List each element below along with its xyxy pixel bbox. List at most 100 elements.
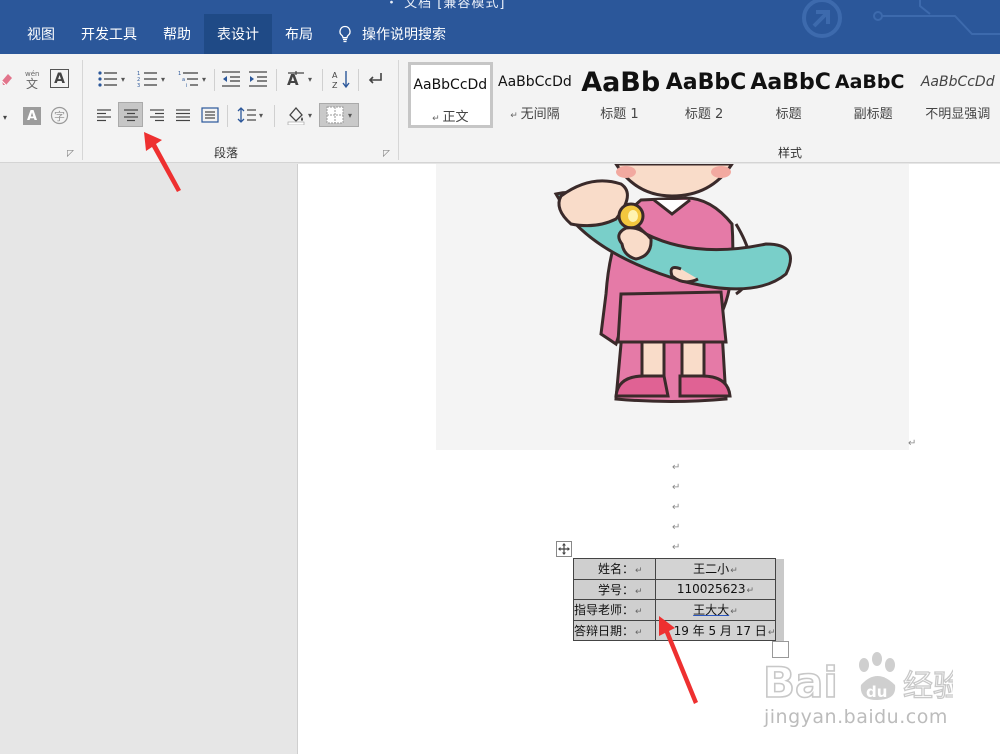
- style-name: 标题: [775, 107, 802, 122]
- font-dialog-launcher-icon[interactable]: ◸: [67, 149, 74, 159]
- decrease-indent-icon[interactable]: [220, 68, 242, 90]
- tab-help[interactable]: 帮助: [150, 14, 204, 54]
- svg-text:3: 3: [137, 83, 140, 88]
- svg-text:1: 1: [178, 71, 181, 77]
- style-heading-2[interactable]: AaBbC 标题 2: [662, 62, 747, 128]
- paragraph-mark: ↵: [672, 482, 681, 493]
- show-paragraph-marks-icon[interactable]: [364, 68, 386, 90]
- borders-icon[interactable]: ▾: [319, 103, 359, 127]
- table-row: 姓名：↵ 王二小↵: [573, 558, 784, 580]
- red-arrow-icon: [659, 616, 698, 704]
- table-label-cell[interactable]: 答辩日期：↵: [573, 619, 656, 641]
- paragraph-dialog-launcher-icon[interactable]: ◸: [383, 149, 390, 159]
- table-value-cell[interactable]: 王二小↵: [654, 558, 777, 580]
- style-preview: AaBbCcDd: [498, 74, 572, 90]
- style-name: 标题 2: [684, 107, 724, 122]
- style-normal[interactable]: AaBbCcDd ↵ 正文: [408, 62, 493, 128]
- style-title[interactable]: AaBbC 标题: [746, 62, 831, 128]
- align-center-icon[interactable]: [118, 102, 143, 127]
- svg-text:字: 字: [54, 109, 65, 123]
- style-no-spacing[interactable]: AaBbCcDd ↵ 无间隔: [493, 62, 578, 128]
- tab-view[interactable]: 视图: [27, 14, 68, 54]
- style-name: 正文: [442, 110, 469, 125]
- numbering-icon[interactable]: 123 ▾: [134, 68, 168, 90]
- multilevel-list-icon[interactable]: 1ai ▾: [175, 68, 209, 90]
- svg-text:a: a: [182, 77, 185, 83]
- name-label: 姓名：: [598, 562, 635, 577]
- align-left-icon[interactable]: [94, 104, 114, 126]
- enclose-characters-icon[interactable]: 字: [50, 106, 69, 125]
- tell-me-search[interactable]: 操作说明搜索: [326, 14, 459, 54]
- table-row: 学号：↵ 110025623↵: [573, 578, 784, 600]
- red-arrow-icon: [144, 132, 181, 192]
- circuit-decoration-icon: [802, 0, 1000, 38]
- icon-separator: [227, 105, 228, 127]
- paragraph-mark: ↵: [672, 462, 681, 473]
- style-preview: AaBbC: [750, 69, 831, 95]
- distributed-icon[interactable]: [199, 104, 221, 126]
- sort-icon[interactable]: AZ: [330, 68, 352, 90]
- phonetic-guide-icon[interactable]: wén 文: [24, 69, 42, 89]
- table-label-cell[interactable]: 指导老师：↵: [573, 599, 656, 621]
- row-end-marker: [775, 620, 784, 641]
- justify-icon[interactable]: [173, 104, 193, 126]
- style-preview: AaBbC: [665, 69, 747, 95]
- paragraph-group-label: 段落: [214, 146, 239, 160]
- tell-me-label: 操作说明搜索: [362, 27, 446, 43]
- style-preview: AaBb: [581, 66, 661, 98]
- name-value: 王二小: [693, 562, 730, 577]
- style-preview: AaBbC: [834, 71, 905, 93]
- tab-developer[interactable]: 开发工具: [68, 14, 150, 54]
- table-label-cell[interactable]: 姓名：↵: [573, 558, 656, 580]
- student-id-value: 110025623: [676, 582, 746, 597]
- paragraph-mark: ↵: [672, 542, 681, 553]
- row-end-marker: [775, 579, 784, 600]
- paragraph-mark: ↵: [672, 502, 681, 513]
- svg-text:Z: Z: [332, 81, 338, 89]
- icon-separator: [214, 69, 215, 91]
- table-label-cell[interactable]: 学号：↵: [573, 578, 656, 600]
- font-color-dropdown-icon[interactable]: ▾: [0, 109, 12, 125]
- lightbulb-icon: [339, 25, 351, 43]
- table-value-cell[interactable]: 110025623↵: [654, 578, 777, 600]
- style-heading-1[interactable]: AaBb 标题 1: [577, 62, 662, 128]
- clear-formatting-icon[interactable]: [0, 70, 16, 88]
- tab-table-design[interactable]: 表设计: [204, 14, 272, 54]
- baidu-jingyan-watermark: Bai du 经验: [763, 652, 953, 707]
- style-name: 副标题: [853, 107, 893, 122]
- character-border-icon[interactable]: A: [50, 69, 69, 88]
- paragraph-mark: ↵: [672, 522, 681, 533]
- bullets-icon[interactable]: ▾: [94, 68, 128, 90]
- group-separator: [82, 60, 83, 160]
- table-move-handle-icon[interactable]: [556, 541, 572, 557]
- tab-layout[interactable]: 布局: [272, 14, 326, 54]
- group-separator: [398, 60, 399, 160]
- icon-separator: [358, 69, 359, 91]
- row-end-marker: [775, 599, 784, 620]
- style-preview: AaBbCcDd: [920, 74, 995, 90]
- character-shading-icon[interactable]: A: [23, 107, 41, 125]
- svg-text:文: 文: [26, 76, 38, 89]
- window-title: ・ 文档 [兼容模式]: [385, 0, 506, 11]
- chinese-layout-icon[interactable]: A ▾: [282, 68, 316, 90]
- increase-indent-icon[interactable]: [247, 68, 269, 90]
- style-name: 标题 1: [600, 107, 639, 122]
- style-name: 无间隔: [520, 107, 560, 122]
- icon-separator: [322, 69, 323, 91]
- watermark-url: jingyan.baidu.com: [764, 706, 948, 728]
- row-end-marker: [775, 558, 784, 579]
- student-id-label: 学号：: [598, 582, 635, 597]
- svg-text:i: i: [186, 83, 187, 88]
- style-subtitle[interactable]: AaBbC 副标题: [831, 62, 916, 128]
- align-right-icon[interactable]: [147, 104, 167, 126]
- ribbon-tab-bar: ・ 文档 [兼容模式] 视图 开发工具 帮助 表设计 布局 操作说明搜索: [0, 0, 1000, 54]
- shading-icon[interactable]: ▾: [282, 104, 316, 126]
- style-subtle-emphasis[interactable]: AaBbCcDd 不明显强调: [915, 62, 1000, 128]
- ribbon-tabs: 视图 开发工具 帮助 表设计 布局 操作说明搜索: [0, 14, 459, 54]
- line-spacing-icon[interactable]: ▾: [233, 104, 267, 126]
- svg-text:Bai: Bai: [763, 658, 838, 707]
- defense-date-label: 答辩日期：: [574, 623, 635, 638]
- paragraph-mark: ↵: [908, 438, 917, 449]
- word-window: ・ 文档 [兼容模式] 视图 开发工具 帮助 表设计 布局 操作说明搜索 wén…: [0, 0, 1000, 754]
- svg-text:du: du: [866, 683, 887, 701]
